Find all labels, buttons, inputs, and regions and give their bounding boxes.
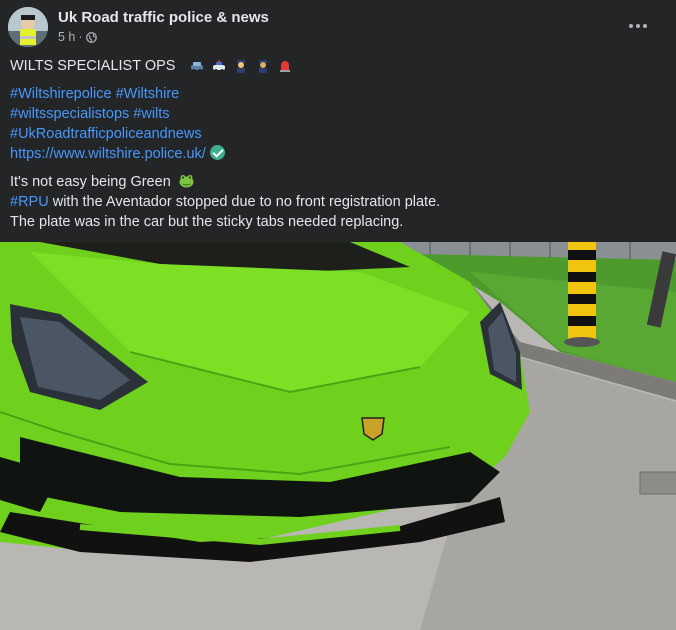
body-line-1-text: It's not easy being Green xyxy=(10,174,171,190)
body-line-1: It's not easy being Green xyxy=(10,172,440,192)
body-line-2: #RPU with the Aventador stopped due to n… xyxy=(10,192,440,212)
post-photo[interactable] xyxy=(0,242,676,630)
post-body: It's not easy being Green #RPU with the … xyxy=(10,172,440,232)
rpu-hashtag[interactable]: #RPU xyxy=(10,194,49,210)
page-name[interactable]: Uk Road traffic police & news xyxy=(58,9,269,26)
hashtag-line[interactable]: #UkRoadtrafficpoliceandnews xyxy=(10,124,225,144)
hashtag-line[interactable]: #Wiltshirepolice #Wiltshire xyxy=(10,84,225,104)
check-mark-icon xyxy=(209,145,225,160)
post-time[interactable]: 5 h xyxy=(58,30,75,44)
hashtag-line[interactable]: #wiltsspecialistops #wilts xyxy=(10,104,225,124)
body-line-2-text: with the Aventador stopped due to no fro… xyxy=(48,194,441,210)
hashtag-block: #Wiltshirepolice #Wiltshire #wiltsspecia… xyxy=(10,84,225,164)
wiltshire-police-link[interactable]: https://www.wiltshire.police.uk/ xyxy=(10,146,206,162)
more-options-button[interactable] xyxy=(626,14,650,38)
post-headline-line: WILTS SPECIALIST OPS xyxy=(10,56,292,76)
post-headline: WILTS SPECIALIST OPS xyxy=(10,58,176,74)
more-options-icon xyxy=(629,24,647,28)
headline-emojis xyxy=(190,59,292,74)
post-meta: 5 h · xyxy=(58,30,97,44)
rotating-light-icon xyxy=(279,61,290,73)
police-officer-icon xyxy=(258,60,267,74)
police-car-icon xyxy=(212,60,225,73)
frog-icon xyxy=(179,175,194,188)
police-officer-icon xyxy=(236,60,245,74)
post-header: Uk Road traffic police & news 5 h · xyxy=(0,0,676,52)
body-line-3: The plate was in the car but the sticky … xyxy=(10,214,404,230)
meta-separator: · xyxy=(78,30,83,44)
url-line: https://www.wiltshire.police.uk/ xyxy=(10,144,225,164)
police-car-light-icon xyxy=(190,62,203,73)
globe-icon[interactable] xyxy=(85,31,97,43)
page-avatar[interactable] xyxy=(8,7,48,47)
